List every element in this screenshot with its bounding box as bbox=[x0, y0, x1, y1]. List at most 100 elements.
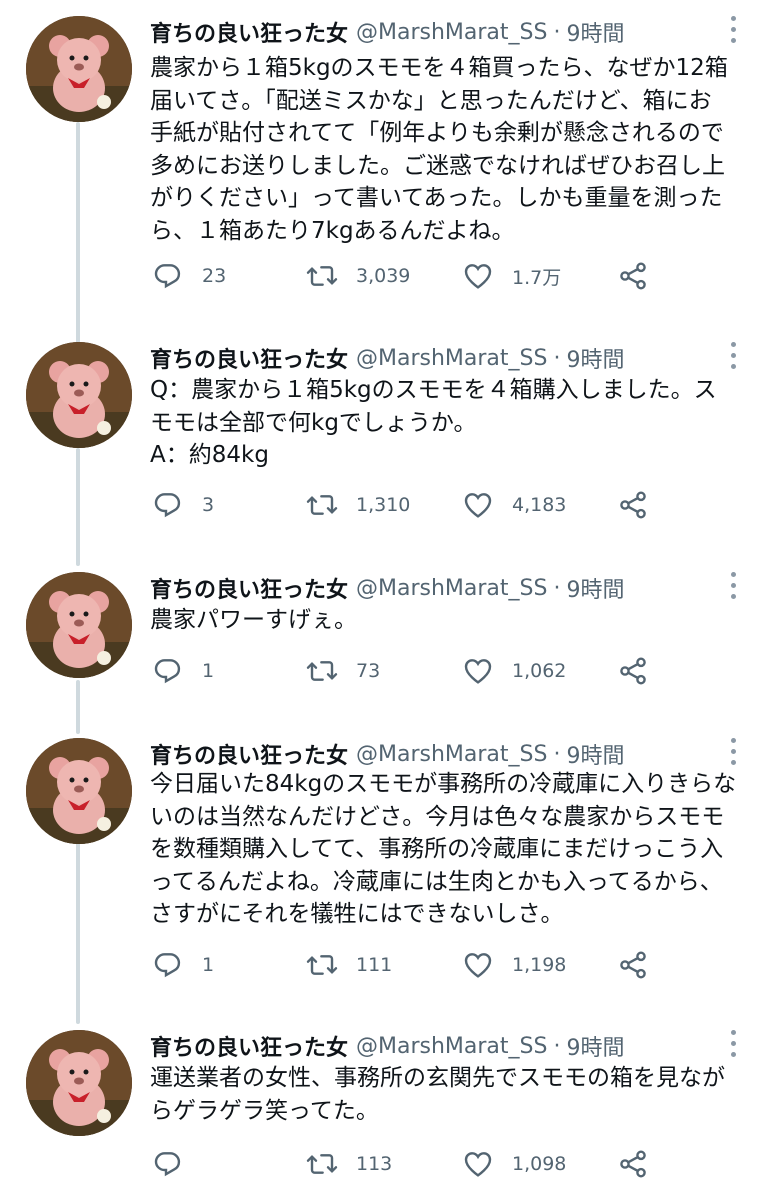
teddy-bear-avatar bbox=[26, 572, 132, 678]
timestamp[interactable]: 9時間 bbox=[566, 1030, 624, 1062]
timestamp[interactable]: 9時間 bbox=[566, 738, 624, 770]
like-button[interactable]: 1,098 bbox=[462, 1146, 566, 1182]
heart-icon bbox=[464, 1152, 492, 1177]
action-bar: 23 3,039 1.7万 bbox=[152, 258, 672, 294]
reply-count: 1 bbox=[202, 954, 215, 976]
user-handle[interactable]: @MarshMarat_SS bbox=[356, 1034, 547, 1059]
tweet-text: 今日届いた84kgのスモモが事務所の冷蔵庫に入りきらな いのは当然なんだけどさ。… bbox=[150, 771, 737, 927]
display-name[interactable]: 育ちの良い狂った女 bbox=[150, 1030, 348, 1062]
share-button[interactable] bbox=[617, 487, 649, 523]
timestamp[interactable]: 9時間 bbox=[566, 572, 624, 604]
user-handle[interactable]: @MarshMarat_SS bbox=[356, 576, 547, 601]
reply-icon bbox=[154, 1152, 181, 1177]
reply-icon bbox=[154, 493, 181, 518]
like-button[interactable]: 1,198 bbox=[462, 947, 566, 983]
timestamp[interactable]: 9時間 bbox=[566, 16, 624, 48]
tweet-text: 運送業者の女性、事務所の玄関先でスモモの箱を見なが らゲラゲラ笑ってた。 bbox=[150, 1065, 725, 1124]
retweet-button[interactable]: 3,039 bbox=[306, 258, 410, 294]
like-count: 1,098 bbox=[512, 1153, 567, 1175]
heart-icon bbox=[464, 493, 492, 518]
display-name[interactable]: 育ちの良い狂った女 bbox=[150, 572, 348, 604]
separator-dot: · bbox=[553, 741, 561, 767]
tweet-header: 育ちの良い狂った女 @MarshMarat_SS · 9時間 bbox=[150, 736, 624, 772]
like-button[interactable]: 1.7万 bbox=[462, 258, 561, 294]
reply-icon bbox=[154, 264, 181, 289]
reply-button[interactable]: 1 bbox=[152, 653, 214, 689]
share-button[interactable] bbox=[617, 947, 649, 983]
user-handle[interactable]: @MarshMarat_SS bbox=[356, 346, 547, 371]
retweet-count: 73 bbox=[356, 660, 381, 682]
tweet-header: 育ちの良い狂った女 @MarshMarat_SS · 9時間 bbox=[150, 1028, 624, 1064]
avatar[interactable] bbox=[26, 16, 132, 122]
retweet-icon bbox=[306, 266, 338, 286]
reply-count: 23 bbox=[202, 265, 227, 287]
share-icon bbox=[620, 491, 646, 519]
avatar[interactable] bbox=[26, 572, 132, 678]
heart-icon bbox=[464, 659, 492, 684]
teddy-bear-avatar bbox=[26, 342, 132, 448]
tweet[interactable]: 育ちの良い狂った女 @MarshMarat_SS · 9時間 Q：農家から１箱5… bbox=[0, 340, 773, 540]
display-name[interactable]: 育ちの良い狂った女 bbox=[150, 342, 348, 374]
tweet[interactable]: 育ちの良い狂った女 @MarshMarat_SS · 9時間 農家から１箱5kg… bbox=[0, 14, 773, 314]
retweet-count: 1,310 bbox=[356, 494, 411, 516]
share-button[interactable] bbox=[617, 653, 649, 689]
retweet-icon bbox=[306, 495, 338, 515]
reply-icon bbox=[154, 953, 181, 978]
tweet[interactable]: 育ちの良い狂った女 @MarshMarat_SS · 9時間 運送業者の女性、事… bbox=[0, 1028, 773, 1200]
avatar[interactable] bbox=[26, 342, 132, 448]
action-bar: 3 1,310 4,183 bbox=[152, 487, 672, 523]
timestamp[interactable]: 9時間 bbox=[566, 342, 624, 374]
heart-icon bbox=[464, 953, 492, 978]
reply-icon bbox=[154, 659, 181, 684]
more-icon[interactable] bbox=[726, 14, 740, 46]
share-icon bbox=[620, 657, 646, 685]
share-icon bbox=[620, 262, 646, 290]
separator-dot: · bbox=[553, 1033, 561, 1059]
more-icon[interactable] bbox=[726, 340, 740, 372]
teddy-bear-avatar bbox=[26, 738, 132, 844]
user-handle[interactable]: @MarshMarat_SS bbox=[356, 20, 547, 45]
reply-button[interactable] bbox=[152, 1146, 202, 1182]
tweet-text: 農家から１箱5kgのスモモを４箱買ったら、なぜか12箱 届いてさ。「配送ミスかな… bbox=[150, 55, 728, 244]
avatar[interactable] bbox=[26, 1030, 132, 1136]
more-icon[interactable] bbox=[726, 1028, 740, 1060]
tweet-header: 育ちの良い狂った女 @MarshMarat_SS · 9時間 bbox=[150, 340, 624, 376]
tweet-text: 農家パワーすげぇ。 bbox=[150, 607, 357, 633]
share-button[interactable] bbox=[617, 258, 649, 294]
retweet-button[interactable]: 1,310 bbox=[306, 487, 410, 523]
more-icon[interactable] bbox=[726, 736, 740, 768]
retweet-icon bbox=[306, 661, 338, 681]
retweet-button[interactable]: 73 bbox=[306, 653, 380, 689]
teddy-bear-avatar bbox=[26, 1030, 132, 1136]
retweet-count: 113 bbox=[356, 1153, 393, 1175]
reply-button[interactable]: 23 bbox=[152, 258, 226, 294]
reply-button[interactable]: 1 bbox=[152, 947, 214, 983]
like-button[interactable]: 4,183 bbox=[462, 487, 566, 523]
like-count: 1,198 bbox=[512, 954, 567, 976]
display-name[interactable]: 育ちの良い狂った女 bbox=[150, 16, 348, 48]
action-bar: 1 73 1,062 bbox=[152, 653, 672, 689]
retweet-button[interactable]: 111 bbox=[306, 947, 392, 983]
user-handle[interactable]: @MarshMarat_SS bbox=[356, 742, 547, 767]
like-button[interactable]: 1,062 bbox=[462, 653, 566, 689]
more-icon[interactable] bbox=[726, 570, 740, 602]
action-bar: 1 111 1,198 bbox=[152, 947, 672, 983]
retweet-button[interactable]: 113 bbox=[306, 1146, 392, 1182]
like-count: 1.7万 bbox=[512, 266, 562, 289]
heart-icon bbox=[464, 264, 492, 289]
separator-dot: · bbox=[553, 345, 561, 371]
display-name[interactable]: 育ちの良い狂った女 bbox=[150, 738, 348, 770]
retweet-count: 3,039 bbox=[356, 265, 411, 287]
like-count: 1,062 bbox=[512, 660, 567, 682]
share-button[interactable] bbox=[617, 1146, 649, 1182]
retweet-icon bbox=[306, 1154, 338, 1174]
tweet-text: Q：農家から１箱5kgのスモモを４箱購入しました。ス モモは全部で何kgでしょう… bbox=[150, 377, 717, 468]
retweet-icon bbox=[306, 955, 338, 975]
teddy-bear-avatar bbox=[26, 16, 132, 122]
tweet-header: 育ちの良い狂った女 @MarshMarat_SS · 9時間 bbox=[150, 570, 624, 606]
tweet[interactable]: 育ちの良い狂った女 @MarshMarat_SS · 9時間 農家パワーすげぇ。… bbox=[0, 570, 773, 710]
avatar[interactable] bbox=[26, 738, 132, 844]
like-count: 4,183 bbox=[512, 494, 567, 516]
reply-button[interactable]: 3 bbox=[152, 487, 214, 523]
tweet[interactable]: 育ちの良い狂った女 @MarshMarat_SS · 9時間 今日届いた84kg… bbox=[0, 736, 773, 996]
